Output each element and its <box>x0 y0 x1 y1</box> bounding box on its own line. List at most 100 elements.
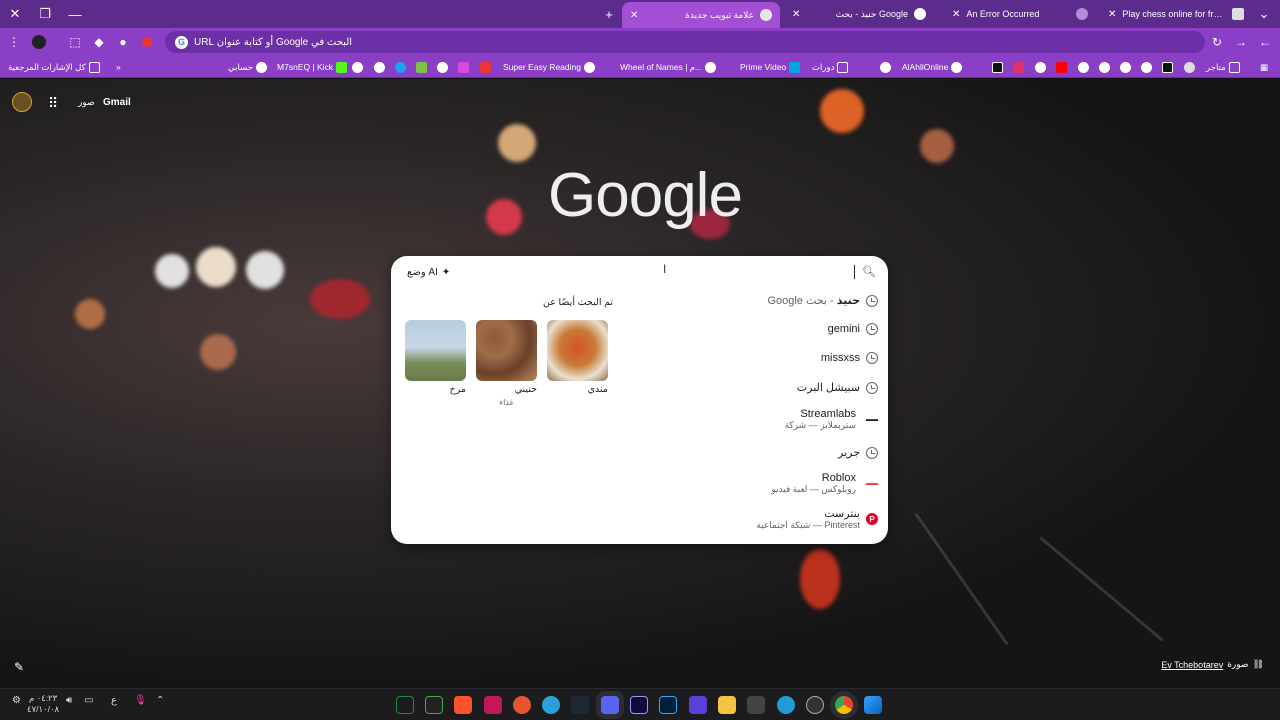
bookmark-icon[interactable] <box>1078 59 1089 75</box>
related-search-card[interactable]: مرخ <box>405 320 466 395</box>
telegram-icon[interactable] <box>542 696 560 714</box>
tab-chess[interactable]: Play chess online for free - chess ✕ <box>1100 3 1252 25</box>
photo-credit[interactable]: Ev Tchebotarev صورة ⛓ <box>1161 659 1264 670</box>
apps-grid-icon[interactable]: ▦ <box>1260 59 1268 75</box>
edge-icon[interactable] <box>777 696 795 714</box>
tab-error[interactable]: An Error Occurred ✕ <box>944 3 1096 25</box>
network-icon[interactable]: ▭ <box>84 695 93 706</box>
app-icon[interactable] <box>806 696 824 714</box>
related-search-card[interactable]: مندي <box>547 320 608 395</box>
bookmark-icon[interactable] <box>416 59 427 75</box>
app-icon[interactable] <box>484 696 502 714</box>
extension-icon[interactable] <box>138 33 156 51</box>
bookmark-icon[interactable] <box>1162 59 1173 75</box>
tab-new-tab[interactable]: علامة تبويب جديدة ✕ <box>622 2 780 28</box>
terminal-icon[interactable] <box>425 696 443 714</box>
tab-google-search[interactable]: حنيذ - بحث Google ✕ <box>784 3 934 25</box>
globe-icon <box>1120 61 1131 73</box>
address-bar[interactable]: G البحث في Google أو كتابة عنوان URL <box>165 31 1205 53</box>
start-icon[interactable] <box>864 696 882 714</box>
premiere-icon[interactable] <box>630 696 648 714</box>
close-tab-icon[interactable]: ✕ <box>952 9 960 20</box>
bookmark-icon[interactable] <box>395 59 406 75</box>
bookmark-icon[interactable] <box>1056 59 1067 75</box>
bookmark-icon[interactable] <box>437 59 448 75</box>
discord-icon[interactable] <box>601 696 619 714</box>
bookmark-item[interactable]: حسابي <box>228 59 267 75</box>
google-apps-icon[interactable]: ⠿ <box>48 95 58 112</box>
google-account-avatar[interactable] <box>12 92 32 112</box>
close-window-button[interactable]: ✕ <box>0 0 30 28</box>
menu-icon[interactable]: ⋮ <box>5 33 23 51</box>
bookmark-icon[interactable] <box>458 59 469 75</box>
link-icon: ⛓ <box>1252 659 1264 669</box>
instagram-icon <box>1013 61 1024 73</box>
file-explorer-icon[interactable] <box>718 696 736 714</box>
history-icon <box>866 381 878 394</box>
related-search-card[interactable]: حنيني غذاء <box>476 320 537 407</box>
restore-window-button[interactable]: ❐ <box>30 0 60 28</box>
ai-mode-button[interactable]: وضع AI ✦ <box>401 263 456 281</box>
chrome-icon[interactable] <box>835 696 853 714</box>
bookmark-item[interactable]: Super Easy Reading <box>503 59 595 75</box>
new-tab-button[interactable]: + <box>594 0 624 28</box>
bookmark-icon[interactable] <box>1120 59 1131 75</box>
photoshop-icon[interactable] <box>659 696 677 714</box>
steam-icon[interactable] <box>571 696 589 714</box>
images-link[interactable]: صور <box>78 97 95 108</box>
excel-icon[interactable] <box>396 696 414 714</box>
all-bookmarks-button[interactable]: كل الإشارات المرجعية <box>8 59 100 75</box>
forward-icon[interactable]: → <box>1232 33 1250 51</box>
microphone-icon[interactable]: 🎙︎ <box>134 695 147 706</box>
bookmark-item[interactable]: AlAhliOnline <box>902 59 963 75</box>
bookmark-icon[interactable] <box>1184 59 1195 75</box>
text-caret <box>854 265 855 279</box>
search-input[interactable]: 🔍︎ I وضع AI ✦ <box>391 256 888 288</box>
bookmark-icon[interactable] <box>374 59 385 75</box>
bookmark-icon[interactable] <box>880 59 891 75</box>
suggestion-row[interactable]: P بنترست Pinterest — شبكة اجتماعية <box>548 507 878 531</box>
app-icon[interactable] <box>689 696 707 714</box>
globe-icon <box>1099 61 1110 73</box>
suggestion-row[interactable]: ▬▬ Streamlabs ستريملابز — شركة <box>552 408 882 431</box>
kick-icon <box>336 61 348 73</box>
show-hidden-icons[interactable]: ⌃ <box>156 695 164 706</box>
bookmark-icon[interactable] <box>352 59 363 75</box>
store-icon[interactable] <box>747 696 765 714</box>
bookmark-icon[interactable] <box>1099 59 1110 75</box>
tab-search-button[interactable]: ⌄ <box>1252 0 1276 28</box>
extension-icon[interactable]: ◆ <box>90 33 108 51</box>
bookmark-icon[interactable] <box>480 59 491 75</box>
bookmark-item[interactable]: Wheel of Names | م... <box>620 59 717 75</box>
extension-icon[interactable]: ● <box>114 33 132 51</box>
close-tab-icon[interactable]: ✕ <box>1108 9 1116 20</box>
bokeh-light <box>196 247 236 287</box>
bookmark-icon[interactable] <box>1141 59 1152 75</box>
bookmark-icon[interactable] <box>1035 59 1046 75</box>
bookmark-icon[interactable] <box>992 59 1003 75</box>
bookmark-item[interactable]: متاجر <box>1206 59 1240 75</box>
extensions-icon[interactable]: ⬚ <box>66 33 84 51</box>
profile-avatar[interactable] <box>30 33 48 51</box>
minimize-window-button[interactable]: — <box>60 0 90 28</box>
bookmark-item[interactable]: M7snEQ | Kick <box>277 59 348 75</box>
volume-icon[interactable]: 🔊︎ <box>66 695 72 706</box>
back-icon[interactable]: ← <box>1256 33 1274 51</box>
close-tab-icon[interactable]: ✕ <box>630 10 638 21</box>
customize-pencil-icon[interactable]: ✎ <box>14 660 24 674</box>
suggestion-row[interactable]: ▬▬ Roblox روبلوكس — لعبة فيديو <box>552 472 882 495</box>
close-tab-icon[interactable]: ✕ <box>792 9 800 20</box>
app-icon[interactable] <box>513 696 531 714</box>
reload-icon[interactable]: ↻ <box>1208 33 1226 51</box>
more-bookmarks-icon[interactable]: » <box>116 59 121 75</box>
input-language[interactable]: ع <box>111 695 117 706</box>
brave-icon[interactable] <box>454 696 472 714</box>
related-search-image <box>405 320 466 381</box>
bookmark-icon[interactable] <box>1013 59 1024 75</box>
bookmark-item[interactable]: دورات <box>812 59 849 75</box>
gmail-link[interactable]: Gmail <box>103 97 131 108</box>
clock[interactable]: ٠٤:٢٣ م ٤٧/١٠/٠٨ <box>27 693 59 715</box>
settings-tray-icon[interactable]: ⚙ <box>12 695 21 706</box>
bookmark-item[interactable]: Prime Video <box>740 59 801 75</box>
suggestion-row[interactable]: جرير <box>548 446 878 459</box>
